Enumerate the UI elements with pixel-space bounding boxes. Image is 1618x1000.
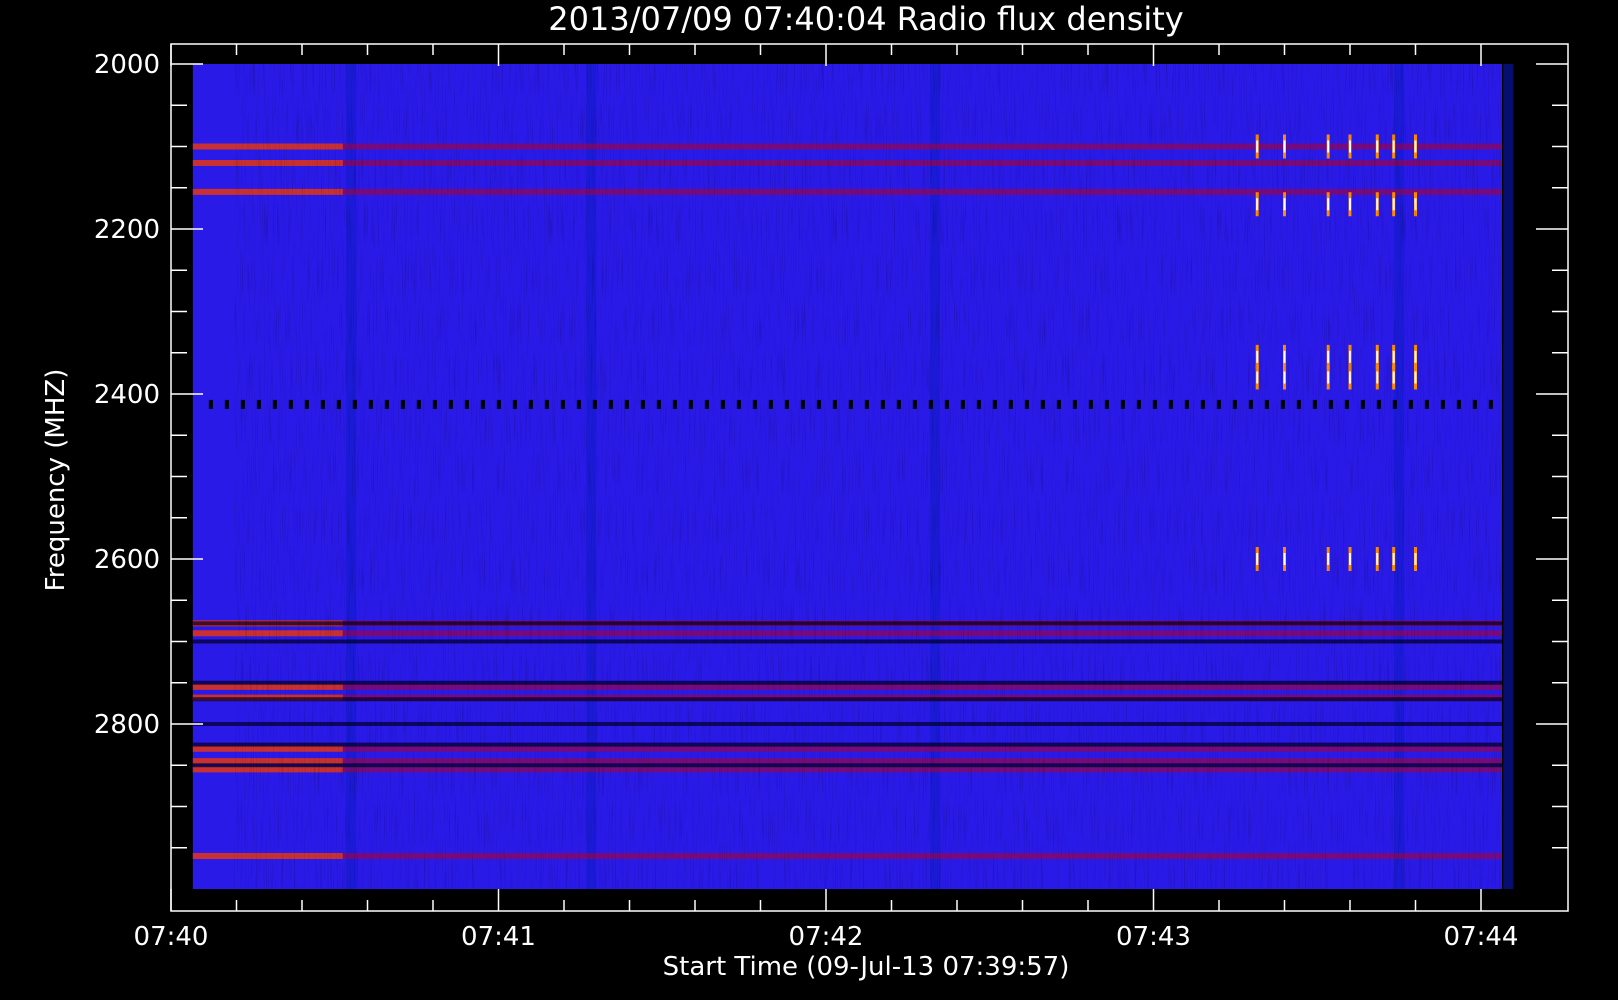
- y-tick-label: 2400: [94, 380, 160, 410]
- x-tick-label: 07:44: [1444, 922, 1519, 952]
- y-tick-label: 2600: [94, 545, 160, 575]
- dark-column: [1503, 64, 1514, 889]
- x-axis-label: Start Time (09-Jul-13 07:39:57): [663, 952, 1070, 982]
- x-tick-label: 07:42: [789, 922, 864, 952]
- spectrogram-figure: 2013/07/09 07:40:04 Radio flux density 0…: [0, 0, 1618, 1000]
- y-tick-label: 2800: [94, 710, 160, 740]
- spectrogram-noise-texture: [234, 64, 1502, 889]
- x-tick-label: 07:41: [461, 922, 536, 952]
- dotted-line-dot: [224, 399, 229, 409]
- y-tick-label: 2000: [94, 50, 160, 80]
- x-tick-label: 07:43: [1116, 922, 1191, 952]
- dotted-line-dot: [208, 399, 213, 409]
- x-tick-label: 07:40: [134, 922, 209, 952]
- chart-title: 2013/07/09 07:40:04 Radio flux density: [548, 0, 1183, 38]
- y-tick-label: 2200: [94, 215, 160, 245]
- y-axis-label: Frequency (MHZ): [41, 369, 71, 592]
